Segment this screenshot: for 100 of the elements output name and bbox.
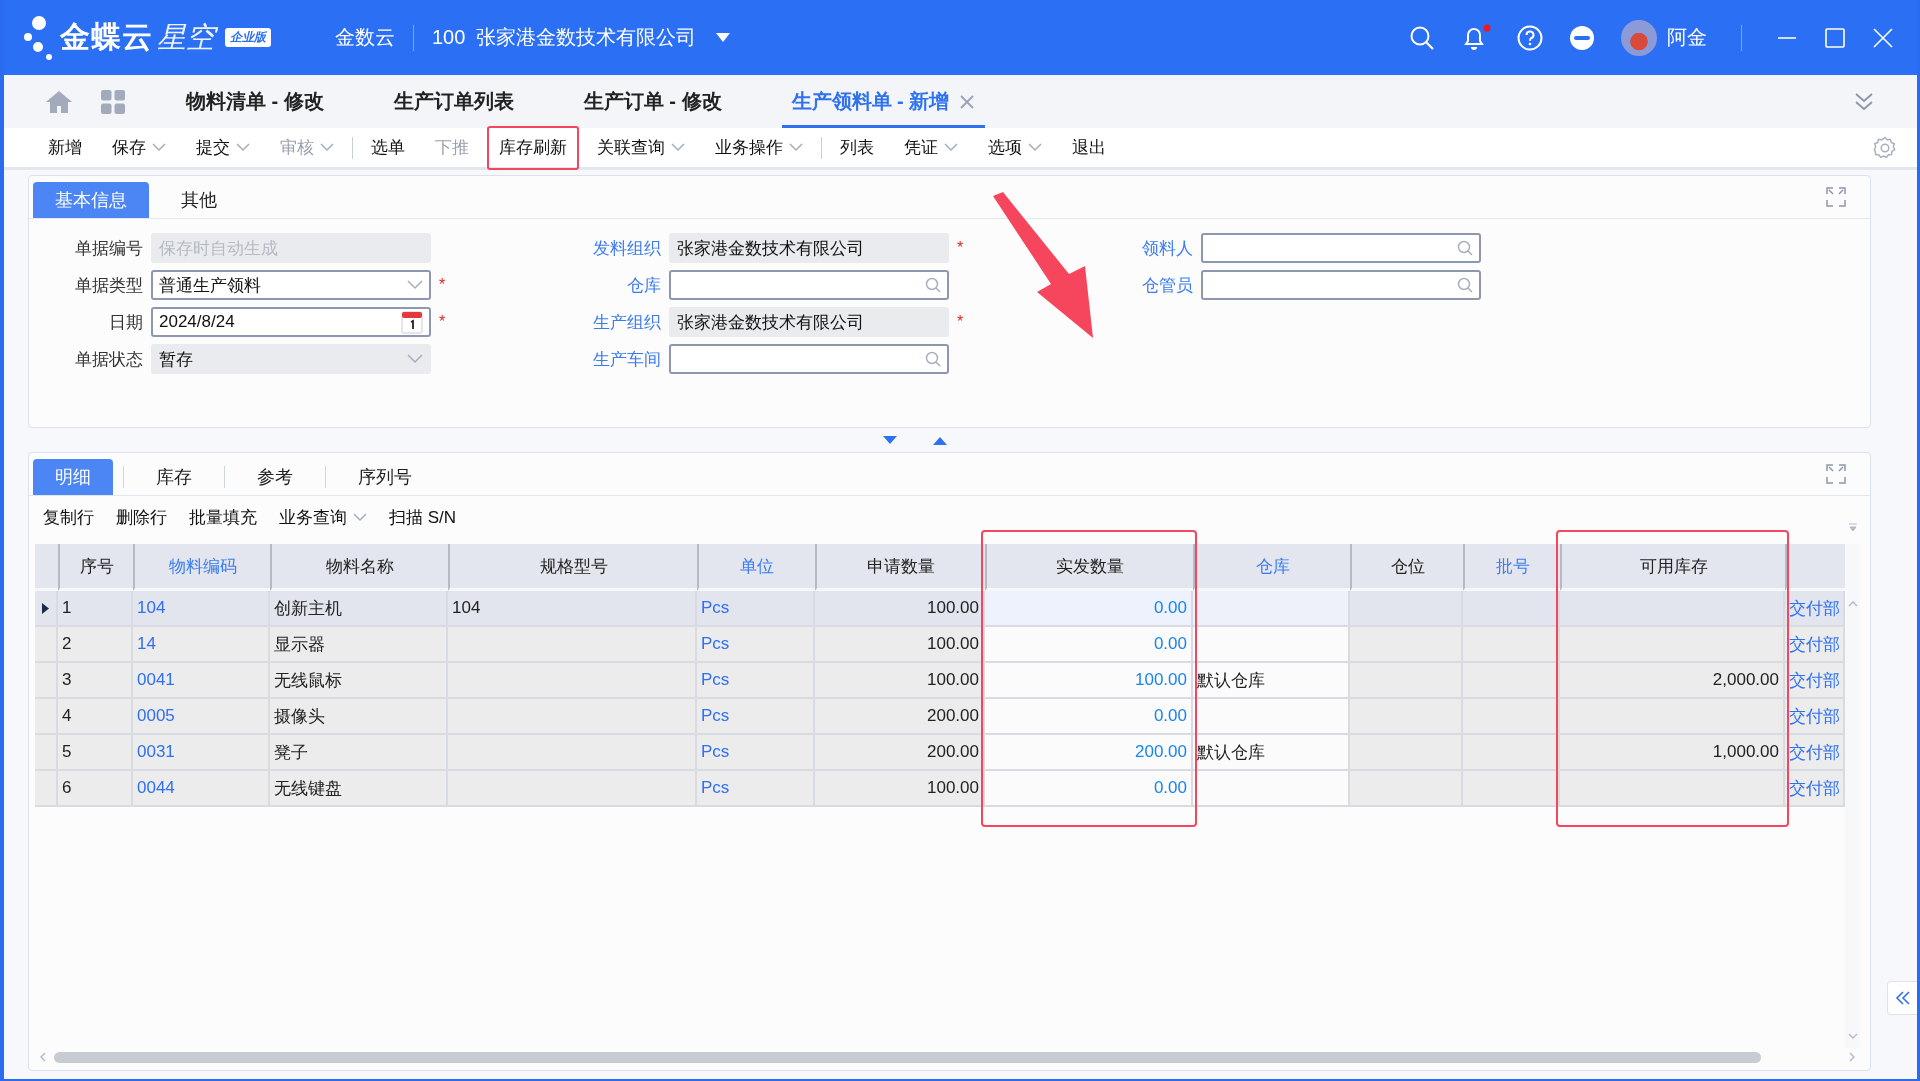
chevron-down-icon[interactable] — [1028, 143, 1042, 152]
more-icon[interactable] — [1569, 24, 1595, 51]
double-chevron-icon[interactable] — [1853, 90, 1875, 113]
column-header[interactable]: 批号 — [1463, 544, 1560, 591]
dropdown-field[interactable]: 普通生产领料 — [151, 270, 431, 300]
toolbar-button[interactable]: 选单 — [359, 125, 417, 170]
column-header[interactable]: 单位 — [697, 544, 815, 591]
toolbar-button[interactable]: 业务操作 — [703, 125, 815, 170]
column-header[interactable]: 可用库存 — [1560, 544, 1785, 591]
table-cell[interactable]: 0005 — [133, 699, 270, 735]
action-button[interactable]: 复制行 — [35, 505, 102, 529]
table-cell[interactable]: 0044 — [133, 771, 270, 807]
collapse-panel-button[interactable] — [1887, 981, 1917, 1015]
column-header[interactable]: 实发数量 — [985, 544, 1193, 591]
table-cell[interactable]: 交付部 — [1785, 663, 1845, 699]
date-field[interactable]: 2024/8/24 — [151, 307, 431, 337]
toolbar-button[interactable]: 选项 — [976, 125, 1054, 170]
toolbar-button[interactable]: 退出 — [1060, 125, 1118, 170]
section-tab[interactable]: 参考 — [235, 459, 315, 495]
chevron-down-icon[interactable] — [789, 143, 803, 152]
toolbar-button[interactable]: 新增 — [36, 125, 94, 170]
table-cell[interactable] — [1193, 771, 1350, 807]
expand-icon[interactable] — [1826, 187, 1846, 207]
table-cell[interactable]: 默认仓库 — [1193, 663, 1350, 699]
action-button[interactable]: 批量填充 — [181, 505, 265, 529]
action-button[interactable]: 业务查询 — [271, 505, 375, 529]
toolbar-button[interactable]: 提交 — [184, 125, 262, 170]
lookup-field[interactable] — [1201, 233, 1481, 263]
table-cell[interactable]: Pcs — [697, 735, 815, 771]
table-cell[interactable]: 0.00 — [985, 771, 1193, 807]
table-cell[interactable]: 交付部 — [1785, 771, 1845, 807]
field-label[interactable]: 生产车间 — [563, 347, 669, 371]
scrollbar-thumb[interactable] — [54, 1051, 1761, 1063]
maximize-icon[interactable] — [1824, 26, 1846, 49]
section-tab[interactable]: 明细 — [33, 459, 113, 495]
help-icon[interactable] — [1517, 24, 1543, 51]
collapse-up-icon[interactable] — [932, 435, 947, 445]
page-tab[interactable]: 生产订单列表 — [383, 75, 524, 128]
table-cell[interactable]: 0.00 — [985, 627, 1193, 663]
toolbar-button[interactable]: 保存 — [100, 125, 178, 170]
table-cell[interactable] — [1193, 591, 1350, 627]
row-header[interactable] — [35, 591, 58, 627]
search-icon[interactable] — [925, 351, 941, 367]
calendar-icon[interactable] — [401, 310, 423, 334]
lookup-field[interactable] — [1201, 270, 1481, 300]
table-cell[interactable]: 交付部 — [1785, 699, 1845, 735]
tenant-name[interactable]: 金数云 — [335, 24, 395, 51]
table-cell[interactable]: Pcs — [697, 699, 815, 735]
scroll-up-icon[interactable] — [1847, 600, 1858, 607]
scroll-left-icon[interactable] — [39, 1052, 46, 1062]
chevron-down-icon[interactable] — [944, 143, 958, 152]
chevron-down-icon[interactable] — [152, 143, 166, 152]
chevron-down-icon[interactable] — [353, 512, 367, 522]
scroll-right-icon[interactable] — [1849, 1052, 1856, 1062]
chevron-down-icon[interactable] — [407, 280, 423, 290]
column-header[interactable]: 仓库 — [1193, 544, 1350, 591]
action-button[interactable]: 扫描 S/N — [381, 505, 465, 529]
toolbar-button[interactable]: 关联查询 — [585, 125, 697, 170]
chevron-down-icon[interactable] — [671, 143, 685, 152]
page-tab[interactable]: 生产订单 - 修改 — [573, 75, 732, 128]
table-cell[interactable]: 交付部 — [1785, 735, 1845, 771]
menu-icon[interactable] — [1848, 522, 1858, 532]
column-header[interactable]: 物料名称 — [270, 544, 448, 591]
table-cell[interactable]: 交付部 — [1785, 627, 1845, 663]
field-label[interactable]: 仓管员 — [1111, 273, 1201, 297]
lookup-field[interactable] — [669, 344, 949, 374]
section-tab[interactable]: 序列号 — [336, 459, 434, 495]
search-icon[interactable] — [1409, 24, 1435, 51]
table-cell[interactable]: 0.00 — [985, 591, 1193, 627]
section-tab[interactable]: 基本信息 — [33, 182, 149, 218]
table-cell[interactable] — [1193, 627, 1350, 663]
caret-icon[interactable] — [716, 33, 731, 42]
search-icon[interactable] — [1457, 277, 1473, 293]
expand-icon[interactable] — [1826, 464, 1846, 484]
section-tab[interactable]: 库存 — [134, 459, 214, 495]
table-cell[interactable]: 100.00 — [985, 663, 1193, 699]
toolbar-button[interactable]: 列表 — [828, 125, 886, 170]
table-cell[interactable]: Pcs — [697, 771, 815, 807]
table-cell[interactable]: 0.00 — [985, 699, 1193, 735]
table-cell[interactable]: 14 — [133, 627, 270, 663]
avatar[interactable] — [1621, 19, 1657, 56]
bell-icon[interactable] — [1461, 23, 1491, 52]
scroll-down-icon[interactable] — [1847, 1033, 1858, 1040]
section-tab[interactable]: 其他 — [159, 182, 239, 218]
table-cell[interactable] — [1193, 699, 1350, 735]
table-cell[interactable]: Pcs — [697, 627, 815, 663]
chevron-down-icon[interactable] — [236, 143, 250, 152]
close-icon[interactable] — [959, 93, 976, 110]
lookup-field[interactable] — [669, 270, 949, 300]
field-label[interactable]: 领料人 — [1111, 236, 1201, 260]
double-chevron-left-icon[interactable] — [1894, 991, 1911, 1005]
table-cell[interactable]: 0031 — [133, 735, 270, 771]
toolbar-button[interactable]: 凭证 — [892, 125, 970, 170]
apps-grid-icon[interactable] — [100, 88, 126, 115]
column-header[interactable]: 序号 — [58, 544, 133, 591]
table-cell[interactable]: Pcs — [697, 663, 815, 699]
field-label[interactable]: 仓库 — [563, 273, 669, 297]
table-cell[interactable]: 0041 — [133, 663, 270, 699]
action-button[interactable]: 删除行 — [108, 505, 175, 529]
table-cell[interactable]: 200.00 — [985, 735, 1193, 771]
